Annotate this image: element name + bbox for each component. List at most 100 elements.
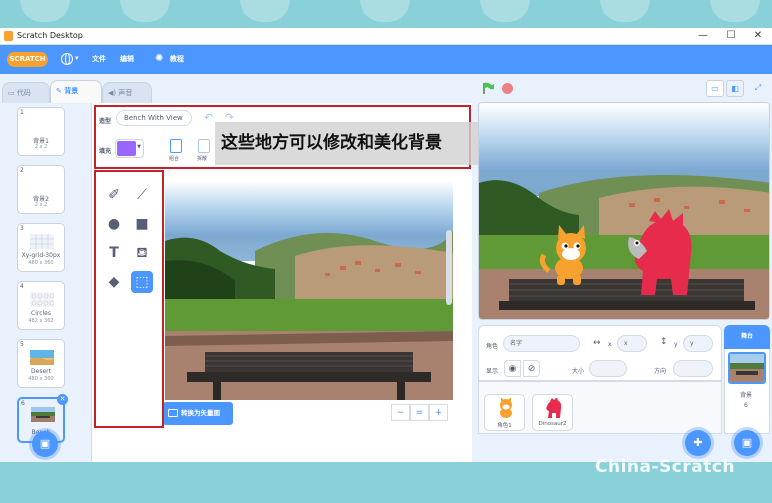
tab-code-label: 代码 bbox=[16, 89, 31, 97]
eye-icon: ◉ bbox=[508, 364, 517, 374]
backdrop-canvas[interactable] bbox=[165, 181, 453, 400]
image-add-icon: ▣ bbox=[39, 437, 51, 450]
stage-thumbnail-image bbox=[730, 354, 764, 382]
sprite-label: 角色 bbox=[486, 343, 499, 350]
backdrop-thumb[interactable]: 5 Desert 480 x 360 bbox=[17, 339, 65, 388]
thumb-number: 2 bbox=[20, 167, 24, 174]
watermark: China-Scratch bbox=[595, 457, 736, 477]
size-input[interactable] bbox=[589, 360, 627, 377]
app-logo-icon bbox=[4, 31, 13, 41]
backdrop-thumb[interactable]: 4 Circles 482 x 362 bbox=[17, 281, 65, 330]
backdrop-thumb[interactable]: 2 背景2 2 x 2 bbox=[17, 165, 65, 214]
fullscreen-icon[interactable]: ⤢ bbox=[749, 80, 767, 97]
hide-sprite-button[interactable]: ⊘ bbox=[523, 360, 540, 377]
close-button[interactable]: ✕ bbox=[748, 29, 768, 43]
thumb-name: Circles bbox=[31, 310, 51, 317]
stage-pane-title: 舞台 bbox=[724, 325, 770, 349]
scallop-decoration bbox=[20, 0, 70, 22]
thumb-size: 2 x 2 bbox=[34, 144, 48, 150]
thumb-number: 3 bbox=[20, 225, 24, 232]
zoom-out-button[interactable]: − bbox=[391, 404, 410, 421]
menu-bar: SCRATCH ▾ 文件 编辑 ✺ 教程 bbox=[0, 45, 772, 74]
tab-sounds-label: 声音 bbox=[118, 89, 133, 97]
add-sprite-button[interactable]: ✚ bbox=[685, 430, 711, 456]
scallop-decoration bbox=[480, 0, 530, 22]
thumb-number: 4 bbox=[20, 283, 24, 290]
sprite-name-input[interactable]: 名字 bbox=[503, 335, 580, 352]
maximize-button[interactable]: ☐ bbox=[721, 29, 741, 43]
scallop-decoration bbox=[710, 0, 760, 22]
language-globe-icon[interactable] bbox=[61, 53, 73, 65]
zoom-reset-button[interactable]: = bbox=[410, 404, 429, 421]
direction-input[interactable] bbox=[673, 360, 713, 377]
zoom-in-button[interactable]: + bbox=[429, 404, 448, 421]
show-sprite-button[interactable]: ◉ bbox=[504, 360, 521, 377]
add-backdrop-button[interactable]: ▣ bbox=[32, 431, 58, 457]
tab-code[interactable]: ▭ 代码 bbox=[2, 82, 50, 103]
thumb-number: 5 bbox=[20, 341, 24, 348]
scallop-decoration bbox=[240, 0, 290, 22]
menu-tutorials[interactable]: 教程 bbox=[170, 54, 184, 64]
bench-with-view-image bbox=[165, 181, 453, 400]
stage-scene bbox=[479, 103, 769, 319]
sprite-name: Dinosaur2 bbox=[538, 421, 567, 427]
scallop-decoration bbox=[600, 0, 650, 22]
normal-stage-button[interactable]: ◧ bbox=[726, 80, 744, 97]
annotation-highlight-tools bbox=[94, 170, 164, 428]
y-label: y bbox=[674, 341, 678, 348]
sprite-tile[interactable]: 角色1 bbox=[484, 394, 525, 431]
x-label: x bbox=[608, 341, 612, 348]
grid-thumbnail bbox=[30, 234, 54, 249]
desert-thumbnail bbox=[30, 350, 54, 365]
top-decorative-band bbox=[0, 0, 772, 28]
sprite-tile[interactable]: Dinosaur2 bbox=[532, 394, 573, 431]
menu-edit[interactable]: 编辑 bbox=[120, 54, 134, 64]
green-flag-icon[interactable] bbox=[482, 82, 495, 95]
tab-backdrops-label: 背景 bbox=[64, 87, 79, 95]
code-icon: ▭ bbox=[8, 89, 17, 97]
backdrop-thumb[interactable]: 3 Xy-grid-30px 480 x 360 bbox=[17, 223, 65, 272]
menu-file[interactable]: 文件 bbox=[92, 54, 106, 64]
y-input[interactable]: y bbox=[683, 335, 713, 352]
stage-backdrops-label: 背景 bbox=[740, 392, 753, 399]
thumb-number: 1 bbox=[20, 109, 24, 116]
speaker-icon: ◀) bbox=[108, 89, 119, 97]
image-icon bbox=[168, 409, 178, 417]
stop-icon[interactable] bbox=[502, 83, 513, 94]
small-stage-button[interactable]: ▭ bbox=[706, 80, 724, 97]
scallop-decoration bbox=[120, 0, 170, 22]
thumb-name: Xy-grid-30px bbox=[21, 252, 61, 259]
thumb-number: 6 bbox=[21, 400, 25, 407]
circles-thumbnail bbox=[30, 292, 54, 307]
thumb-size: 2 x 2 bbox=[34, 202, 48, 208]
thumb-size: 480 x 360 bbox=[28, 376, 54, 382]
thumb-size: 480 x 360 bbox=[28, 260, 54, 266]
x-input[interactable]: x bbox=[617, 335, 647, 352]
chevron-down-icon: ▾ bbox=[75, 54, 79, 62]
tab-backdrops[interactable]: ✎ 背景 bbox=[50, 80, 102, 103]
bench-thumbnail bbox=[31, 407, 55, 422]
add-stage-backdrop-button[interactable]: ▣ bbox=[734, 430, 760, 456]
scratch-logo[interactable]: SCRATCH bbox=[7, 52, 48, 67]
cat-thumbnail bbox=[500, 398, 512, 418]
canvas-vertical-scrollbar[interactable] bbox=[446, 230, 452, 305]
size-label: 大小 bbox=[572, 368, 585, 375]
scallop-decoration bbox=[360, 0, 410, 22]
title-bar: Scratch Desktop — ☐ ✕ bbox=[0, 28, 772, 45]
tab-sounds[interactable]: ◀) 声音 bbox=[102, 82, 152, 103]
stage[interactable] bbox=[478, 102, 770, 320]
delete-icon[interactable]: ✕ bbox=[57, 394, 68, 405]
show-label: 显示 bbox=[486, 368, 499, 375]
thumb-name: Desert bbox=[31, 368, 51, 375]
arrows-vertical-icon: ↕ bbox=[660, 337, 668, 347]
minimize-button[interactable]: — bbox=[693, 29, 713, 43]
sprite-name: 角色1 bbox=[497, 423, 512, 429]
backdrop-thumb[interactable]: 1 背景1 2 x 2 bbox=[17, 107, 65, 156]
stage-thumbnail[interactable] bbox=[728, 352, 766, 384]
dinosaur-thumbnail bbox=[546, 398, 562, 418]
window-title: Scratch Desktop bbox=[17, 31, 83, 40]
thumb-size: 482 x 362 bbox=[28, 318, 54, 324]
arrows-horizontal-icon: ↔ bbox=[593, 338, 601, 348]
lightbulb-icon: ✺ bbox=[155, 53, 164, 64]
stage-backdrops-count: 6 bbox=[744, 402, 748, 409]
